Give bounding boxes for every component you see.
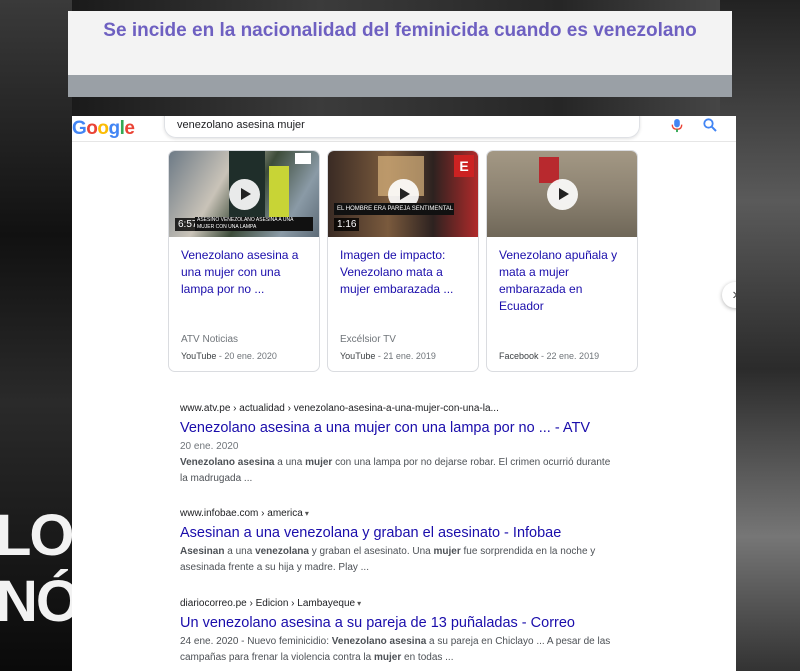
logo-letter: e — [124, 118, 135, 139]
search-result: diariocorreo.pe › Edicion › Lambayeque ▾ … — [180, 597, 620, 666]
channel-logo — [295, 153, 311, 164]
video-platform: YouTube — [181, 351, 217, 361]
google-logo[interactable]: Google — [72, 118, 135, 140]
google-header: Google venezolano asesina mujer — [72, 116, 736, 142]
google-results-screenshot: Google venezolano asesina mujer 6:57 ASE — [72, 116, 736, 671]
thumbnail-caption: ASESINO VENEZOLANO ASESINA A UNA MUJER C… — [195, 217, 313, 231]
search-result: www.atv.pe › actualidad › venezolano-ase… — [180, 402, 620, 487]
chevron-down-icon[interactable]: ▾ — [305, 509, 309, 518]
channel-logo: E — [454, 155, 474, 177]
headline: Se incide en la nacionalidad del feminic… — [103, 20, 697, 41]
play-icon[interactable] — [229, 179, 260, 210]
result-title[interactable]: Venezolano asesina a una mujer con una l… — [180, 418, 620, 438]
video-date: 21 ene. 2019 — [383, 351, 436, 361]
video-thumbnail[interactable]: 6:57 ASESINO VENEZOLANO ASESINA A UNA MU… — [169, 151, 319, 237]
thumbnail-caption: EL HOMBRE ERA PAREJA SENTIMENTAL DE LA V… — [334, 203, 454, 215]
result-url[interactable]: diariocorreo.pe › Edicion › Lambayeque ▾ — [180, 597, 620, 610]
video-source: Excélsior TV — [340, 334, 396, 345]
search-box[interactable]: venezolano asesina mujer — [164, 116, 717, 138]
video-source: ATV Noticias — [181, 334, 239, 345]
headline-underbar — [68, 75, 732, 97]
result-text: 24 ene. 2020 - Nuevo feminicidio: Venezo… — [180, 636, 611, 663]
result-title[interactable]: Asesinan a una venezolana y graban el as… — [180, 523, 620, 543]
video-title[interactable]: Imagen de impacto: Venezolano mata a muj… — [340, 247, 470, 298]
result-title[interactable]: Un venezolano asesina a su pareja de 13 … — [180, 613, 620, 633]
result-snippet: 20 ene. 2020 Venezolano asesina a una mu… — [180, 439, 620, 487]
video-date: 20 ene. 2020 — [224, 351, 277, 361]
result-url[interactable]: www.atv.pe › actualidad › venezolano-ase… — [180, 402, 620, 415]
logo-letter: o — [86, 118, 98, 139]
headline-box: Se incide en la nacionalidad del feminic… — [68, 11, 732, 75]
result-text: Venezolano asesina a una mujer con una l… — [180, 457, 611, 484]
logo-letter: G — [72, 118, 87, 139]
magnifier-icon[interactable] — [702, 117, 718, 133]
video-card[interactable]: 6:57 ASESINO VENEZOLANO ASESINA A UNA MU… — [168, 150, 320, 372]
video-platform: Facebook — [499, 351, 539, 361]
video-meta: Facebook - 22 ene. 2019 — [499, 351, 599, 361]
video-carousel: 6:57 ASESINO VENEZOLANO ASESINA A UNA MU… — [168, 150, 736, 372]
result-cite: diariocorreo.pe › Edicion › Lambayeque — [180, 598, 356, 609]
video-card[interactable]: Venezolano apuñala y mata a mujer embara… — [486, 150, 638, 372]
video-title[interactable]: Venezolano apuñala y mata a mujer embara… — [499, 247, 629, 315]
background-word-2: NÓ — [0, 569, 81, 634]
result-snippet: 24 ene. 2020 - Nuevo feminicidio: Venezo… — [180, 634, 620, 666]
result-snippet: Asesinan a una venezolana y graban el as… — [180, 544, 620, 576]
microphone-icon[interactable] — [670, 118, 684, 133]
video-platform: YouTube — [340, 351, 376, 361]
chevron-down-icon[interactable]: ▾ — [357, 599, 361, 608]
video-duration: 1:16 — [334, 218, 360, 231]
video-meta: YouTube - 21 ene. 2019 — [340, 351, 436, 361]
play-icon[interactable] — [547, 179, 578, 210]
video-meta: YouTube - 20 ene. 2020 — [181, 351, 277, 361]
meta-separator: - — [538, 351, 547, 361]
video-date: 22 ene. 2019 — [546, 351, 600, 361]
video-card[interactable]: E EL HOMBRE ERA PAREJA SENTIMENTAL DE LA… — [327, 150, 479, 372]
result-text: Asesinan a una venezolana y graban el as… — [180, 546, 596, 573]
video-title[interactable]: Venezolano asesina a una mujer con una l… — [181, 247, 311, 298]
thumbnail-vest — [269, 166, 289, 221]
result-url[interactable]: www.infobae.com › america ▾ — [180, 507, 620, 520]
search-result: www.infobae.com › america ▾ Asesinan a un… — [180, 507, 620, 576]
video-thumbnail[interactable]: E EL HOMBRE ERA PAREJA SENTIMENTAL DE LA… — [328, 151, 478, 237]
result-cite: www.infobae.com › america — [180, 508, 303, 519]
logo-letter: o — [97, 118, 109, 139]
logo-letter: g — [108, 118, 121, 139]
search-input[interactable]: venezolano asesina mujer — [177, 119, 305, 131]
video-thumbnail[interactable] — [487, 151, 637, 237]
background-word-1: LO — [0, 503, 75, 568]
carousel-next-button[interactable]: › — [722, 282, 736, 308]
result-date: 20 ene. 2020 — [180, 441, 239, 452]
